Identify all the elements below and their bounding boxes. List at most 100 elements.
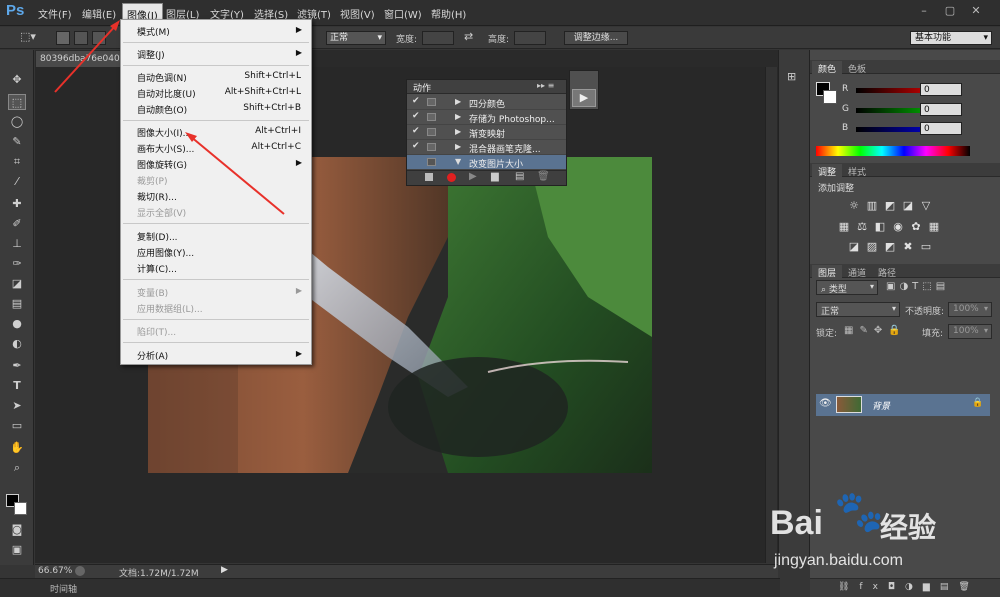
stamp-icon[interactable]: ⊥ [8,236,26,252]
actions-dock-icon[interactable]: ⊞ [787,70,796,83]
menu-file[interactable]: 文件(F) [38,6,72,21]
expand-icon[interactable]: ▶ [455,97,461,106]
menu-item-apply-image[interactable]: 应用图像(Y)... [137,246,307,260]
type-icon[interactable]: T [8,378,26,394]
menu-help[interactable]: 帮助(H) [431,6,466,21]
history-brush-icon[interactable]: ✑ [8,256,26,272]
background-color-swatch[interactable] [14,502,27,515]
tab-color[interactable]: 颜色 [812,61,843,75]
posterize-icon[interactable]: ▨ [866,241,878,253]
background-swatch[interactable] [823,90,837,104]
vibrance-icon[interactable]: ▽ [920,200,932,212]
opacity-input[interactable]: 100% ▾ [948,302,992,317]
status-menu-icon[interactable]: ▶ [221,565,228,575]
menu-item-image-size[interactable]: 图像大小(I)... Alt+Ctrl+I [137,126,307,140]
refine-edge-button[interactable]: 调整边缘... [564,31,628,45]
tab-layers[interactable]: 图层 [812,265,843,279]
path-select-icon[interactable]: ➤ [8,398,26,414]
width-input[interactable] [422,31,454,45]
record-icon[interactable] [447,173,456,182]
action-row[interactable]: ✔ ▶ 四分颜色 [407,95,566,110]
color-lookup-icon[interactable]: ▦ [928,221,940,233]
menu-item-calculations[interactable]: 计算(C)... [137,262,307,276]
action-row-selected[interactable]: ▼ 改变图片大小 [407,155,566,170]
tab-styles[interactable]: 样式 [842,164,872,178]
tab-channels[interactable]: 通道 [842,265,872,279]
dialog-toggle-icon[interactable] [427,128,436,136]
eye-icon[interactable]: 👁 [819,398,832,409]
hand-icon[interactable]: ✋ [8,440,26,456]
green-slider[interactable] [856,108,928,113]
document-tab[interactable]: 80396dba76e0401 [36,51,126,67]
zoom-icon[interactable]: ⌕ [8,460,26,476]
play-button-icon[interactable]: ▶ [572,89,596,107]
shape-icon[interactable]: ▭ [8,418,26,434]
minimize-button[interactable]: – [912,3,936,18]
lasso-icon[interactable]: ◯ [8,114,26,130]
add-selection-icon[interactable] [74,31,88,45]
fill-input[interactable]: 100% ▾ [948,324,992,339]
zoom-level[interactable]: 66.67% [38,566,72,576]
menu-item-analysis[interactable]: 分析(A) ▶ [137,349,307,363]
levels-icon[interactable]: ▥ [866,200,878,212]
tab-paths[interactable]: 路径 [872,265,902,279]
menu-item-auto-contrast[interactable]: 自动对比度(U) Alt+Shift+Ctrl+L [137,87,307,101]
layer-name[interactable]: 背景 [872,399,890,412]
rect-marquee-icon[interactable]: ⬚ [8,94,26,110]
brightness-icon[interactable]: ☼ [848,200,860,212]
close-button[interactable]: ✕ [964,3,988,18]
dialog-toggle-icon[interactable] [427,143,436,151]
layer-filter-select[interactable]: ⌕ 类型 ▾ [816,280,878,295]
stop-icon[interactable] [425,173,433,181]
dodge-icon[interactable]: ◐ [8,336,26,352]
menu-item-auto-tone[interactable]: 自动色调(N) Shift+Ctrl+L [137,71,307,85]
blue-slider[interactable] [856,127,928,132]
swap-icon[interactable]: ⇄ [464,30,473,43]
brush-icon[interactable]: ✐ [8,216,26,232]
dialog-toggle-icon[interactable] [427,98,436,106]
action-row[interactable]: ✔ ▶ 渐变映射 [407,125,566,140]
menu-item-image-rotation[interactable]: 图像旋转(G) ▶ [137,158,307,172]
color-balance-icon[interactable]: ⚖ [856,221,868,233]
move-tool-icon[interactable]: ✥ [8,72,26,88]
status-icon[interactable] [75,566,85,576]
dialog-toggle-icon[interactable] [427,158,436,166]
quick-mask-icon[interactable]: ◙ [8,522,26,538]
expand-icon[interactable]: ▶ [455,112,461,121]
action-row[interactable]: ✔ ▶ 存储为 Photoshop... [407,110,566,125]
menu-item-auto-color[interactable]: 自动颜色(O) Shift+Ctrl+B [137,103,307,117]
dialog-toggle-icon[interactable] [427,113,436,121]
actions-panel-title[interactable]: 动作 [413,81,431,94]
tab-swatches[interactable]: 色板 [842,61,872,75]
subtract-selection-icon[interactable] [92,31,106,45]
green-value[interactable]: 0 [920,103,962,116]
tab-adjustments[interactable]: 调整 [812,164,843,178]
panel-collapse-icon[interactable]: ▸▸ ≡ [537,81,554,90]
new-action-icon[interactable]: ▤ [515,171,524,182]
menu-item-adjust[interactable]: 调整(J) ▶ [137,48,307,62]
layer-row-background[interactable]: 👁 背景 🔒 [816,394,990,416]
invert-icon[interactable]: ◪ [848,241,860,253]
timeline-label[interactable]: 时间轴 [50,582,77,595]
quick-select-icon[interactable]: ✎ [8,134,26,150]
expand-icon[interactable]: ▶ [455,142,461,151]
red-value[interactable]: 0 [920,83,962,96]
collapse-icon[interactable]: ▼ [455,157,461,166]
menu-item-canvas-size[interactable]: 画布大小(S)... Alt+Ctrl+C [137,142,307,156]
blue-value[interactable]: 0 [920,122,962,135]
photo-filter-icon[interactable]: ◉ [892,221,904,233]
eraser-icon[interactable]: ◪ [8,276,26,292]
trash-icon[interactable]: 🗑 [537,171,550,182]
bw-icon[interactable]: ◧ [874,221,886,233]
selective-color-icon[interactable]: ✖ [902,241,914,253]
check-icon[interactable]: ✔ [412,96,420,106]
height-input[interactable] [514,31,546,45]
menu-item-mode[interactable]: 模式(M) ▶ [137,25,307,39]
color-ramp[interactable] [816,146,970,156]
eyedropper-icon[interactable]: ⁄ [8,174,26,190]
menu-item-duplicate[interactable]: 复制(D)... [137,230,307,244]
menu-edit[interactable]: 编辑(E) [82,6,116,21]
workspace-select[interactable]: 基本功能 ▾ [910,31,992,45]
hue-icon[interactable]: ▦ [838,221,850,233]
exposure-icon[interactable]: ◪ [902,200,914,212]
